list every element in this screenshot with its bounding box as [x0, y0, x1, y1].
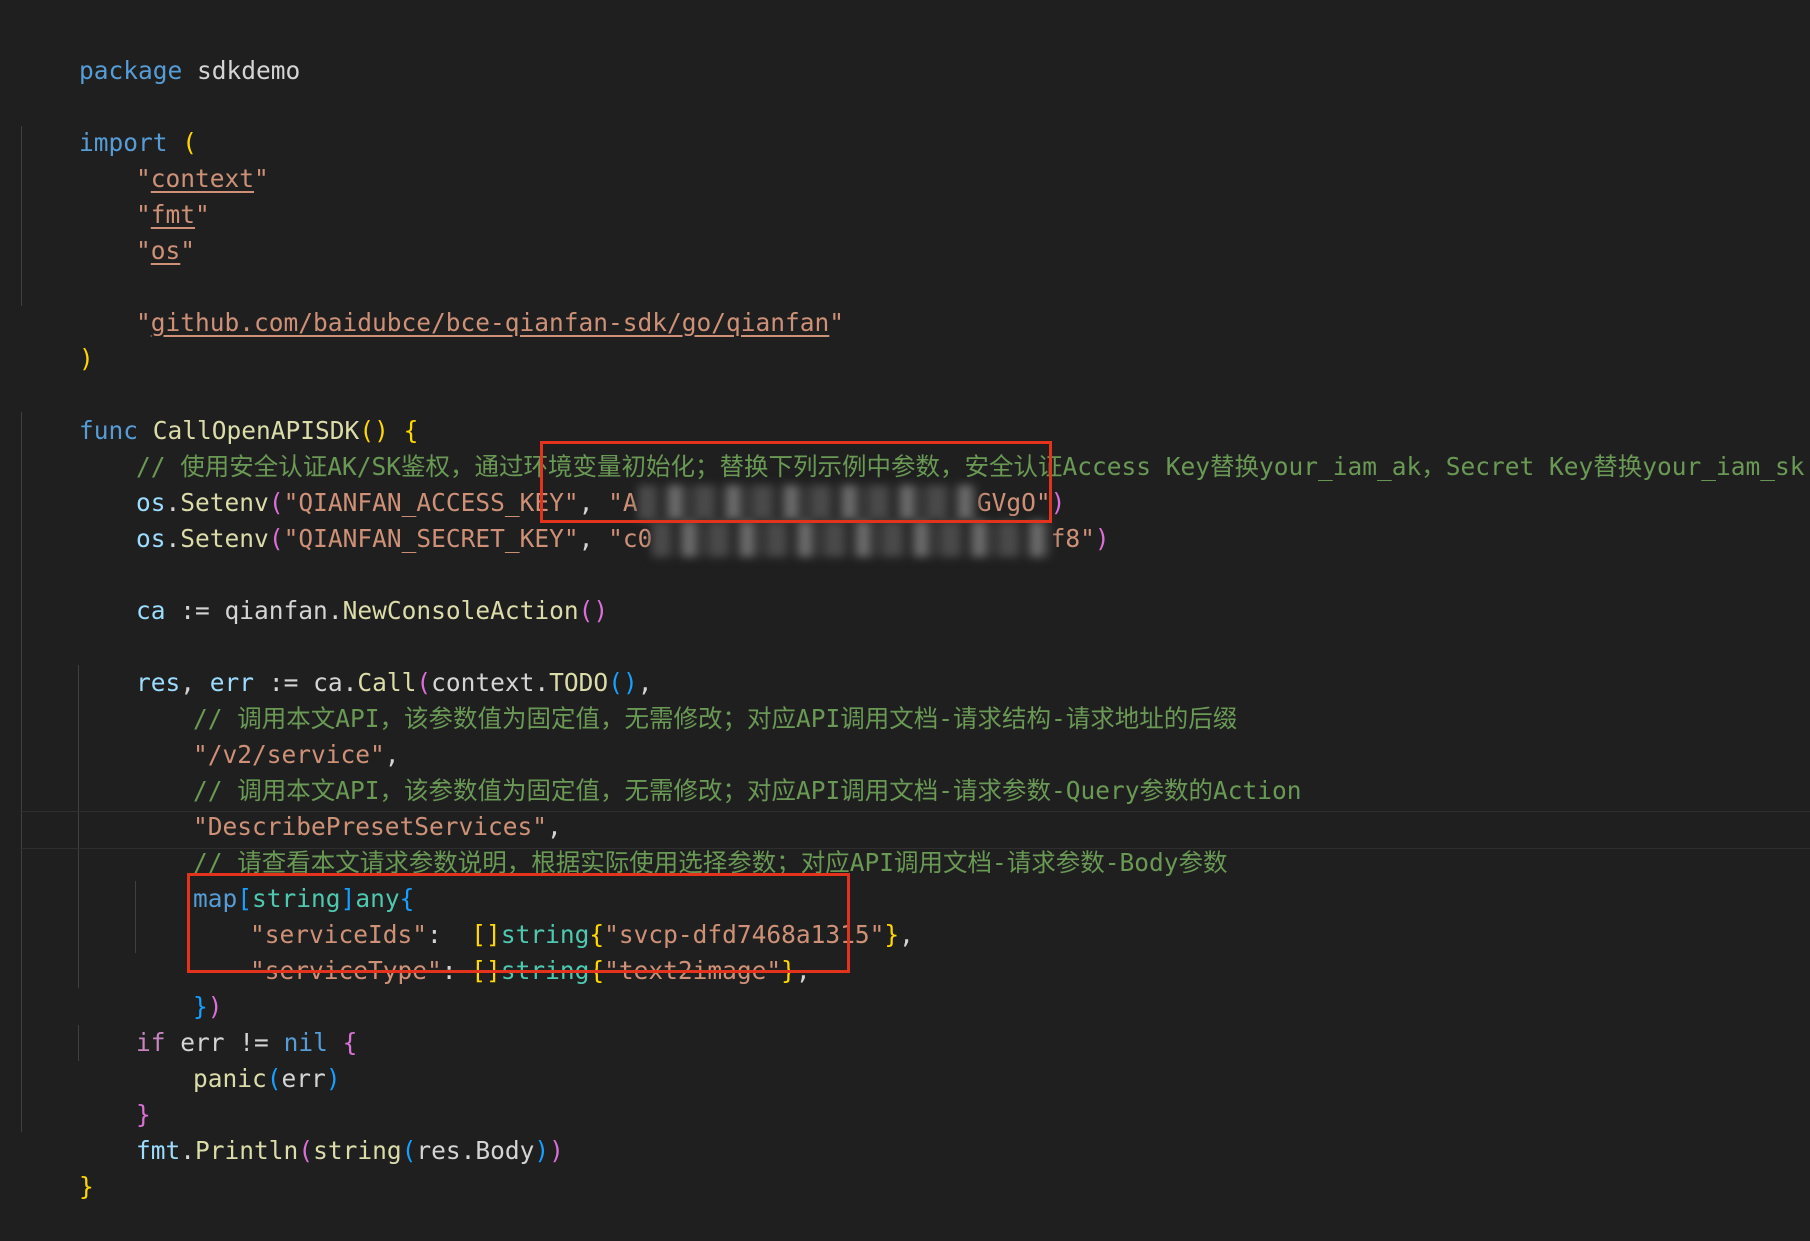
fn-string: string [313, 1136, 402, 1165]
fn-new-console-action: NewConsoleAction [342, 596, 579, 625]
fn-panic: panic [193, 1064, 267, 1093]
var-err: err [281, 1064, 326, 1093]
code-line-16[interactable]: // 调用本文API，该参数值为固定值，无需修改；对应API调用文档-请求参数-… [134, 737, 1302, 805]
comma: , [899, 920, 914, 949]
code-line-26[interactable]: fmt.Println(string(res.Body)) [77, 1097, 564, 1165]
close-paren: ) [325, 1064, 341, 1093]
code-line-17[interactable]: "DescribePresetServices", [134, 773, 562, 841]
close-brace: } [884, 920, 900, 949]
env-name-secret-key: "QIANFAN_SECRET_KEY" [283, 524, 579, 553]
pkg-qianfan: qianfan [224, 596, 328, 625]
close-paren-inner: ) [534, 1136, 550, 1165]
code-line-13[interactable]: res, err := ca.Call(context.TODO(), [77, 629, 652, 697]
import-quote: " [829, 308, 845, 337]
code-line-6[interactable]: "github.com/baidubce/bce-qianfan-sdk/go/… [77, 269, 844, 337]
secret-key-start: "c0 [608, 524, 653, 553]
code-line-14[interactable]: // 调用本文API，该参数值为固定值，无需修改；对应API调用文档-请求结构-… [134, 665, 1237, 733]
dot: . [327, 596, 343, 625]
code-line-8[interactable]: func CallOpenAPISDK() { [20, 377, 418, 445]
assign-op: := [165, 596, 225, 625]
call-parens: () [578, 596, 609, 625]
secret-key-end: f8" [1050, 524, 1095, 553]
import-quote: " [136, 308, 151, 337]
var-ca: ca [136, 596, 166, 625]
field-body: Body [475, 1136, 535, 1165]
package-name: sdkdemo [182, 56, 301, 85]
import-path-qianfan[interactable]: github.com/baidubce/bce-qianfan-sdk/go/q… [151, 308, 830, 337]
pkg-fmt: fmt [136, 1136, 181, 1165]
open-paren: ( [298, 1136, 314, 1165]
import-close-paren: ) [79, 344, 94, 373]
open-paren: ( [268, 524, 284, 553]
dot: . [180, 1136, 196, 1165]
import-quote: " [180, 236, 196, 265]
code-line-3[interactable]: "context" [77, 125, 269, 193]
comma: , [578, 524, 609, 553]
fn-setenv: Setenv [180, 524, 269, 553]
code-line-5[interactable]: "os" [77, 197, 195, 265]
dot: . [460, 1136, 476, 1165]
code-line-25[interactable]: } [77, 1061, 151, 1129]
code-editor[interactable]: package sdkdemo import ( "context" "fmt"… [0, 0, 1810, 1201]
highlight-box-credentials [540, 441, 1052, 523]
code-line-18[interactable]: // 请查看本文请求参数说明，根据实际使用选择参数；对应API调用文档-请求参数… [134, 809, 1228, 877]
code-line-1[interactable]: package sdkdemo [20, 17, 300, 85]
close-paren: ) [1094, 524, 1110, 553]
import-path-os[interactable]: os [151, 236, 181, 265]
code-line-23[interactable]: if err != nil { [77, 989, 357, 1057]
fn-println: Println [195, 1136, 299, 1165]
code-line-12[interactable]: ca := qianfan.NewConsoleAction() [77, 557, 608, 625]
open-paren: ( [266, 1064, 282, 1093]
code-line-2[interactable]: import ( [20, 89, 197, 157]
keyword-package: package [79, 56, 183, 85]
dot: . [165, 524, 181, 553]
indent-guide-func [21, 412, 22, 1132]
open-paren-inner: ( [401, 1136, 417, 1165]
code-line-27[interactable]: } [20, 1133, 94, 1201]
code-line-15[interactable]: "/v2/service", [134, 701, 400, 769]
func-close-brace: } [79, 1172, 94, 1201]
highlight-box-body-params [187, 873, 850, 973]
pkg-os: os [136, 524, 166, 553]
import-quote: " [254, 164, 269, 193]
code-line-4[interactable]: "fmt" [77, 161, 210, 229]
import-quote: " [195, 200, 210, 229]
code-line-7[interactable]: ) [20, 305, 94, 373]
redacted-secret-key: xxxxxxxxxxxxxxxxxxxxxxxxxxx [652, 521, 1051, 557]
close-paren: ) [549, 1136, 564, 1165]
import-quote: " [136, 236, 151, 265]
code-line-24[interactable]: panic(err) [134, 1025, 341, 1093]
var-res: res [416, 1136, 461, 1165]
